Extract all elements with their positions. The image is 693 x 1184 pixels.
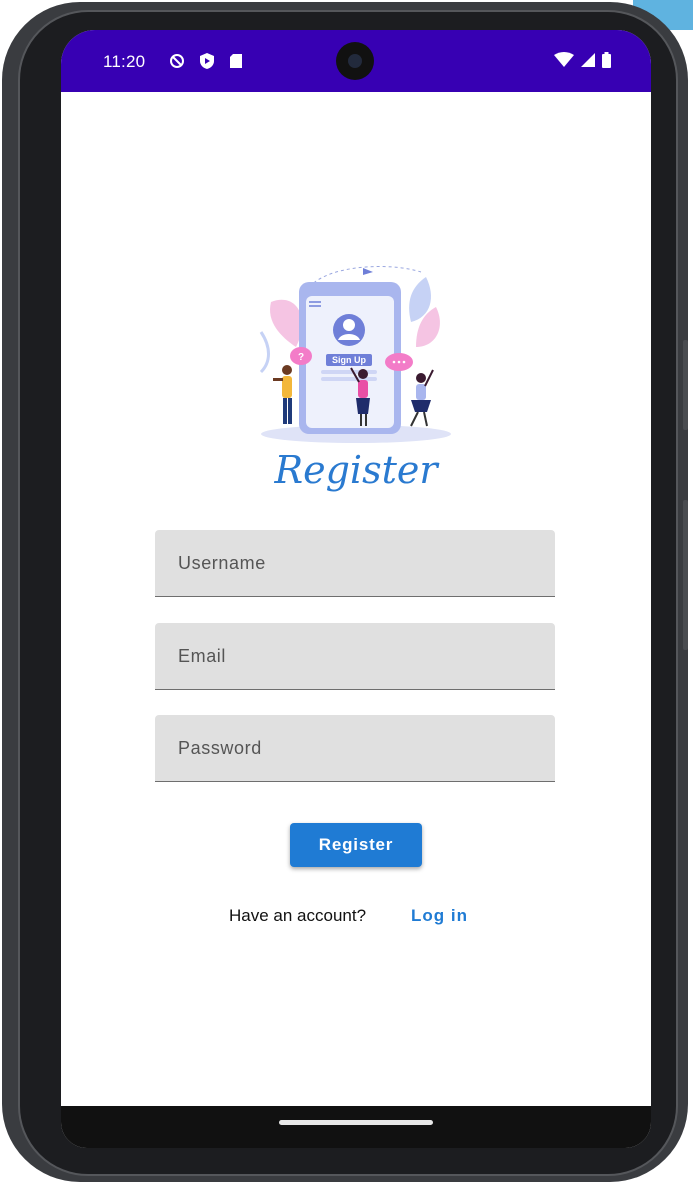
password-field[interactable] (155, 715, 555, 782)
home-gesture-handle[interactable] (279, 1120, 433, 1125)
username-input[interactable] (155, 530, 555, 596)
front-camera (336, 42, 374, 80)
password-input[interactable] (155, 715, 555, 781)
status-bar: 11:20 (61, 30, 651, 92)
phone-screen: 11:20 Sign Up ? Register Username Email … (61, 30, 651, 1148)
email-input[interactable] (155, 623, 555, 689)
power-button (683, 340, 688, 430)
login-link[interactable]: Log in (411, 906, 468, 926)
have-account-label: Have an account? (229, 906, 367, 925)
play-protect-icon (200, 53, 214, 69)
battery-icon (602, 52, 611, 68)
username-field[interactable] (155, 530, 555, 597)
status-icons-left (169, 52, 243, 70)
svg-text:?: ? (298, 352, 304, 363)
vpn-key-icon (170, 54, 184, 68)
wifi-icon (554, 52, 574, 67)
illustration-sign-up-label: Sign Up (332, 355, 366, 365)
cellular-signal-icon (581, 53, 595, 67)
register-button[interactable]: Register (290, 823, 422, 867)
email-field[interactable] (155, 623, 555, 690)
sign-up-illustration: Sign Up ? (259, 266, 451, 443)
navigation-bar (61, 1106, 651, 1148)
page-title: Register (274, 448, 438, 492)
status-icons-right (554, 52, 611, 68)
status-time: 11:20 (103, 52, 146, 71)
volume-button (683, 500, 688, 650)
sd-card-icon (230, 54, 242, 68)
